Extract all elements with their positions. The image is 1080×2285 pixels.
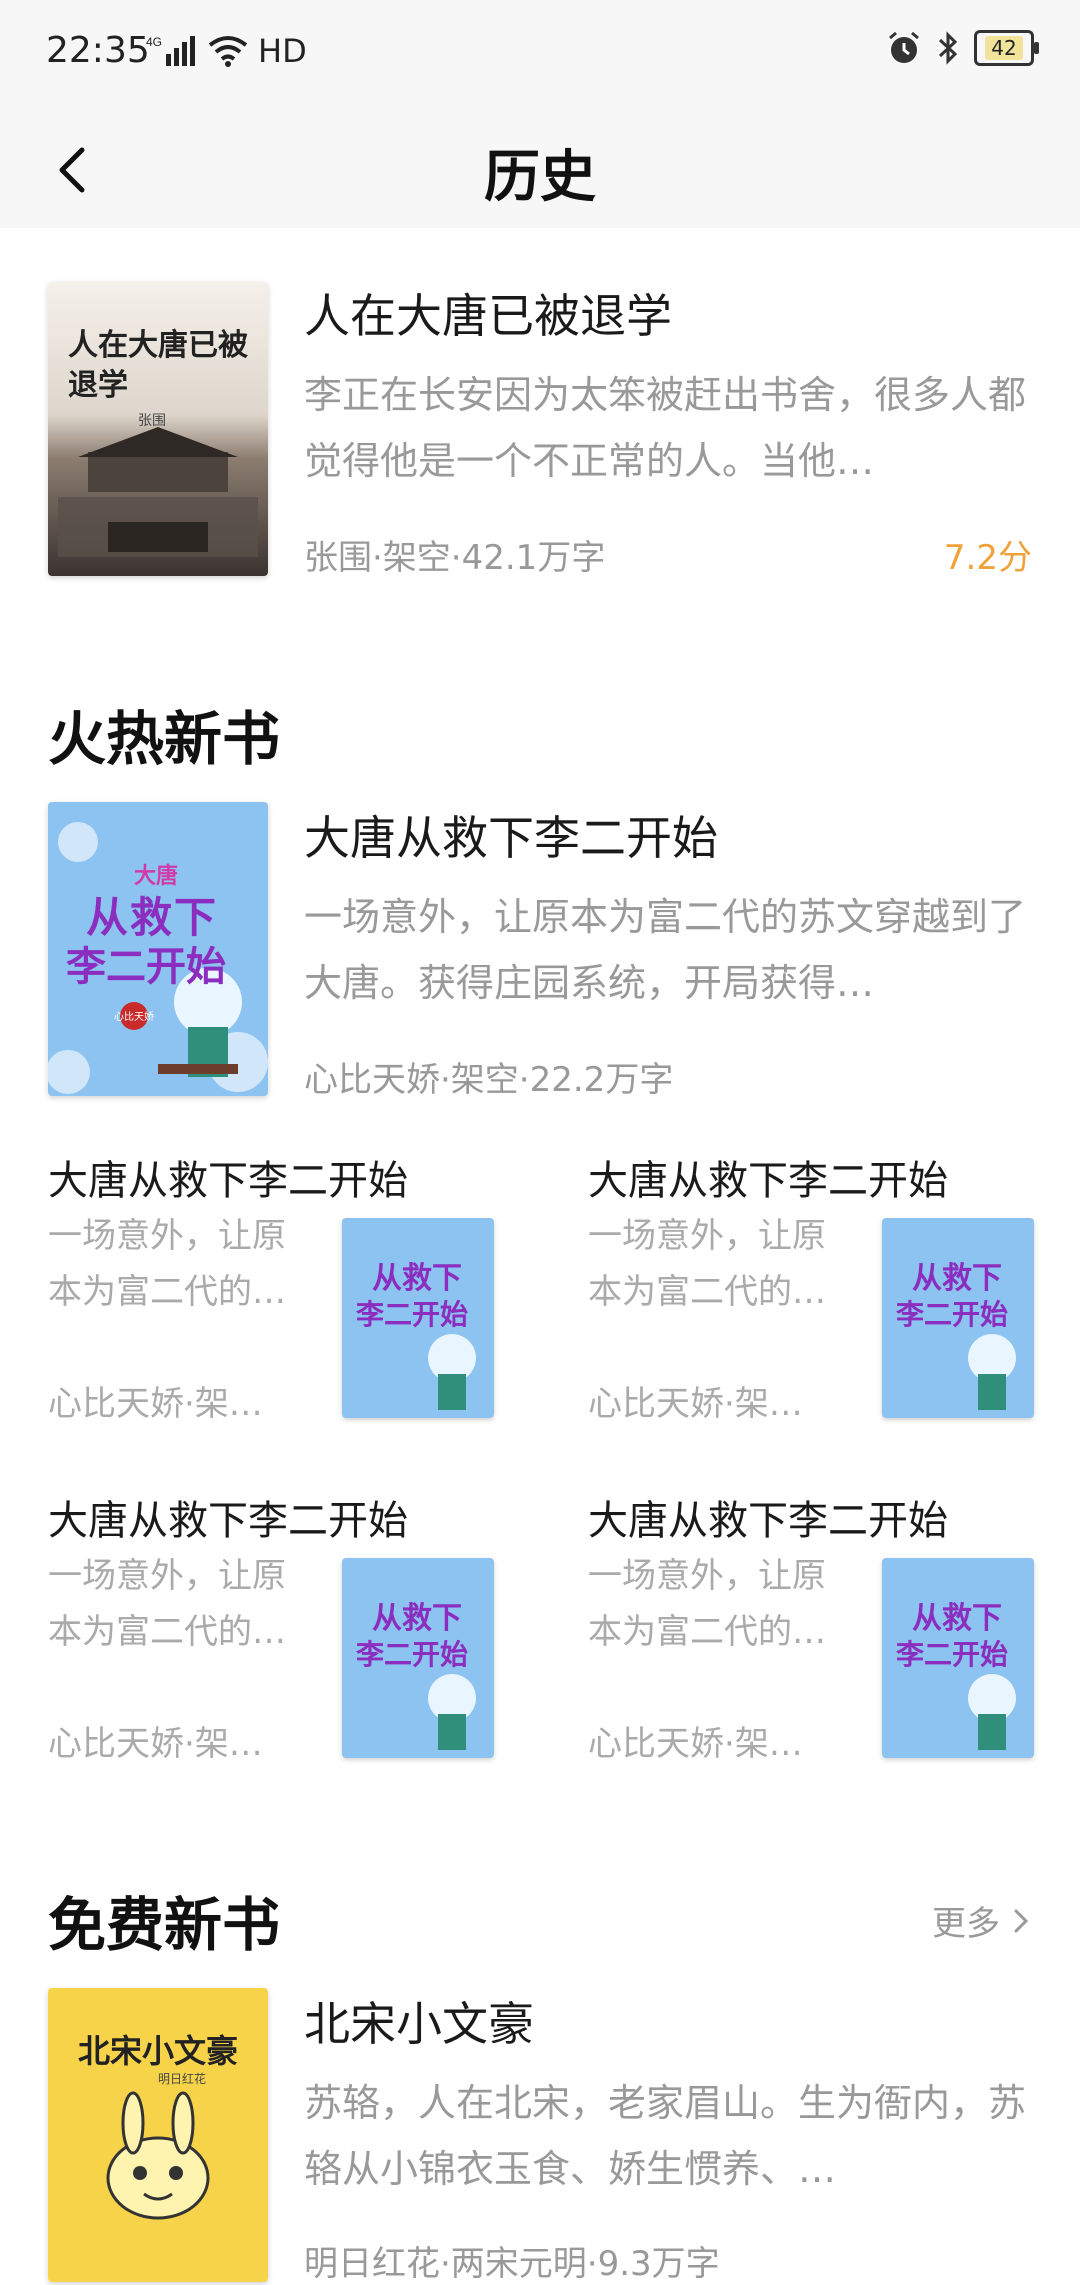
book-cover[interactable]: 从救下 李二开始 bbox=[882, 1218, 1034, 1418]
svg-text:李二开始: 李二开始 bbox=[896, 1298, 1008, 1331]
book-meta: 心比天娇·架… bbox=[48, 1724, 263, 1764]
book-title[interactable]: 大唐从救下李二开始 bbox=[304, 802, 718, 868]
content: 人在大唐已被退学 张围 人在大唐已被退学 李正在长安因为太笨被赶出书舍，很多人都… bbox=[0, 228, 1080, 2284]
book-cover[interactable]: 人在大唐已被退学 张围 bbox=[48, 282, 268, 576]
svg-text:李二开始: 李二开始 bbox=[356, 1638, 468, 1671]
battery-level: 42 bbox=[985, 36, 1023, 60]
status-right-icons: 42 bbox=[886, 30, 1039, 66]
book-meta: 明日红花·两宋元明·9.3万字 bbox=[304, 2244, 720, 2284]
book-meta: 心比天娇·架空·22.2万字 bbox=[304, 1060, 674, 1100]
cover-title-text: 人在大唐已被退学 bbox=[68, 328, 248, 403]
book-meta: 张围·架空·42.1万字 bbox=[304, 538, 606, 578]
book-description: 李正在长安因为太笨被赶出书舍，很多人都觉得他是一个不正常的人。当他… bbox=[304, 373, 1027, 483]
bluetooth-icon bbox=[938, 31, 958, 65]
book-cover[interactable]: 从救下 李二开始 bbox=[342, 1558, 494, 1758]
section-title-hot: 火热新书 bbox=[48, 705, 281, 773]
chevron-right-icon bbox=[1014, 1909, 1029, 1932]
svg-text:4G: 4G bbox=[146, 35, 162, 49]
book-meta: 心比天娇·架… bbox=[48, 1384, 263, 1424]
book-cover[interactable]: 大唐 从救下 李二开始 心比天娇 bbox=[48, 802, 268, 1096]
book-title[interactable]: 大唐从救下李二开始 bbox=[588, 1488, 948, 1546]
svg-text:从救下: 从救下 bbox=[372, 1261, 462, 1296]
hd-indicator: HD bbox=[258, 32, 307, 70]
battery-icon: 42 bbox=[974, 30, 1039, 66]
book-description: 一场意外，让原本为富二代的… bbox=[588, 1216, 826, 1312]
cover-title-text: 北宋小文豪 bbox=[77, 2032, 238, 2070]
app-header: 历史 bbox=[0, 110, 1080, 229]
book-description: 一场意外，让原本为富二代的苏文穿越到了大唐。获得庄园系统，开局获得… bbox=[304, 895, 1027, 1005]
book-title[interactable]: 北宋小文豪 bbox=[304, 1988, 534, 2054]
more-link[interactable]: 更多 bbox=[932, 1896, 1032, 1945]
book-description: 一场意外，让原本为富二代的… bbox=[588, 1556, 826, 1652]
cover-author-text: 明日红花 bbox=[158, 2072, 207, 2086]
wifi-icon bbox=[208, 36, 248, 67]
status-time: 22:35 bbox=[46, 30, 150, 71]
cover-author-badge: 心比天娇 bbox=[114, 1012, 154, 1023]
book-title[interactable]: 大唐从救下李二开始 bbox=[48, 1488, 408, 1546]
book-description: 一场意外，让原本为富二代的… bbox=[48, 1216, 286, 1312]
cover-author-text: 张围 bbox=[138, 413, 166, 429]
book-cover[interactable]: 从救下 李二开始 bbox=[882, 1558, 1034, 1758]
book-title[interactable]: 人在大唐已被退学 bbox=[304, 280, 672, 346]
book-meta: 心比天娇·架… bbox=[588, 1384, 803, 1424]
book-description: 苏辂，人在北宋，老家眉山。生为衙内，苏辂从小锦衣玉食、娇生惯养、… bbox=[304, 2081, 1027, 2191]
book-title[interactable]: 大唐从救下李二开始 bbox=[48, 1148, 408, 1206]
status-bar: 22:35 4G HD 42 bbox=[0, 0, 1080, 110]
svg-text:从救下: 从救下 bbox=[912, 1601, 1002, 1636]
svg-text:李二开始: 李二开始 bbox=[896, 1638, 1008, 1671]
cover-text-main2: 李二开始 bbox=[66, 944, 226, 990]
more-label[interactable]: 更多 bbox=[932, 1896, 1000, 1945]
section-title-free: 免费新书 bbox=[48, 1891, 281, 1959]
book-cover[interactable]: 从救下 李二开始 bbox=[342, 1218, 494, 1418]
book-description: 一场意外，让原本为富二代的… bbox=[48, 1556, 286, 1652]
status-left-icons: 4G HD bbox=[146, 32, 307, 70]
svg-text:李二开始: 李二开始 bbox=[356, 1298, 468, 1331]
signal-icon: 4G bbox=[146, 35, 195, 66]
svg-text:从救下: 从救下 bbox=[912, 1261, 1002, 1296]
book-rating: 7.2分 bbox=[943, 538, 1032, 578]
book-meta: 心比天娇·架… bbox=[588, 1724, 803, 1764]
page-title: 历史 bbox=[484, 144, 596, 210]
svg-text:从救下: 从救下 bbox=[372, 1601, 462, 1636]
book-title[interactable]: 大唐从救下李二开始 bbox=[588, 1148, 948, 1206]
book-cover[interactable]: 北宋小文豪 明日红花 bbox=[48, 1988, 268, 2282]
alarm-icon bbox=[889, 31, 919, 63]
